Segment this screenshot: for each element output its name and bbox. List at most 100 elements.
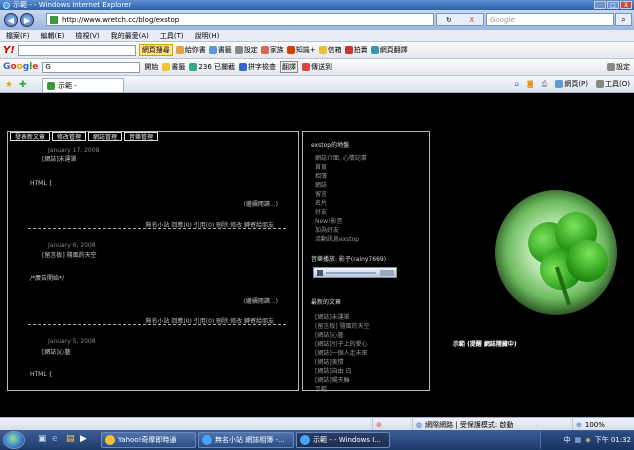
sidebar-link[interactable]: 留言 — [315, 190, 367, 199]
sidebar-link[interactable]: 活動訊息exstop — [315, 235, 367, 244]
zoom-icon: ⊕ — [576, 420, 582, 429]
sidebar-link[interactable]: 首頁 — [315, 163, 367, 172]
recent-post-link[interactable]: [網誌]一個人走未來 — [315, 349, 370, 358]
google-bookmarks[interactable]: 書籤 — [162, 62, 185, 72]
minimize-button[interactable]: _ — [594, 1, 606, 9]
sidebar-link[interactable]: 相簿 — [315, 172, 367, 181]
clock[interactable]: 下午 01:32 — [595, 435, 631, 445]
read-more-link[interactable]: (繼續閱讀...) — [244, 199, 278, 208]
translate-icon — [370, 46, 379, 54]
page-menu[interactable]: 網頁(P) — [555, 79, 588, 89]
tab-blog-manage[interactable]: 網誌管理 — [88, 132, 123, 141]
recent-post-link[interactable]: [網誌]陽天輪 — [315, 376, 370, 385]
tools-menu[interactable]: 工具(O) — [596, 79, 630, 89]
recent-post-link[interactable]: [網誌]美情 — [315, 358, 370, 367]
google-spellcheck[interactable]: 拼字檢查 — [239, 62, 276, 72]
google-translate[interactable]: 翻譯 — [280, 61, 299, 73]
tab-edit-manage[interactable]: 修改管理 — [52, 132, 87, 141]
menu-tools[interactable]: 工具(T) — [160, 31, 184, 41]
status-bar: ⊘ ◍ 網際網路 | 受保護模式: 啟動 ⊕ 100% — [0, 417, 634, 431]
stop-button[interactable]: X — [469, 16, 474, 24]
sidebar-link[interactable]: 網誌介面, 心情記事 — [315, 154, 367, 163]
media-quicklaunch-icon[interactable]: ▶ — [80, 434, 87, 444]
menu-favorites[interactable]: 我的最愛(A) — [111, 31, 149, 41]
yahoo-item-knowledge[interactable]: 知識+ — [286, 45, 316, 55]
recent-post-link[interactable]: [網誌]心藝 — [315, 331, 370, 340]
ie-quicklaunch-icon[interactable]: e — [52, 434, 58, 444]
close-button[interactable]: X — [620, 1, 632, 9]
yahoo-item-family[interactable]: 家族 — [260, 45, 284, 55]
blog-sidebar: exstop的地盤 網誌介面, 心情記事 首頁 相簿 網誌 留言 名片 好友 N… — [302, 131, 430, 394]
menu-edit[interactable]: 編輯(E) — [41, 31, 65, 41]
volume-icon[interactable]: ◈ — [585, 436, 590, 444]
recent-post-link[interactable]: 示範 — [315, 385, 370, 394]
google-go-button[interactable]: 開始 — [144, 62, 158, 72]
yahoo-search-button[interactable]: 網頁搜尋 — [138, 44, 173, 56]
favorites-star-icon[interactable]: ★ — [5, 80, 13, 90]
read-more-link[interactable]: (繼續閱讀...) — [244, 296, 278, 305]
network-icon[interactable]: ▦ — [575, 436, 582, 444]
post-title[interactable]: [網誌]未運單 — [42, 154, 77, 163]
recent-post-link[interactable]: [網誌]引子上的愛心 — [315, 340, 370, 349]
google-popup-blocker[interactable]: 236 已攔截 — [189, 62, 235, 72]
folder-quicklaunch-icon[interactable]: ▤ — [66, 434, 75, 444]
progress-track[interactable] — [326, 272, 376, 274]
site-title: exstop的地盤 — [311, 142, 350, 149]
yahoo-search-input[interactable] — [17, 44, 136, 56]
menu-file[interactable]: 檔案(F) — [6, 31, 30, 41]
add-favorite-icon[interactable]: ✚ — [19, 80, 27, 90]
title-bar: 示範 - - Windows Internet Explorer — [0, 0, 634, 10]
yahoo-item-book[interactable]: 給你書 — [175, 45, 206, 55]
sidebar-link[interactable]: 加為好友 — [315, 226, 367, 235]
taskbar-yahoo-messenger[interactable]: Yahoo!奇摩即時通 — [101, 432, 196, 448]
yahoo-item-mail[interactable]: 信箱 — [318, 45, 342, 55]
menu-help[interactable]: 說明(H) — [195, 31, 220, 41]
post-divider — [28, 324, 286, 325]
google-settings[interactable]: 設定 — [607, 62, 630, 72]
feed-icon[interactable]: ◙ — [527, 80, 534, 88]
music-player[interactable] — [313, 267, 397, 278]
google-logo[interactable]: Google — [3, 62, 38, 72]
post-title[interactable]: [留言板] 隨風的天空 — [42, 250, 97, 259]
yahoo-item-auction[interactable]: 拍賣 — [344, 45, 368, 55]
tab-new-post[interactable]: 發表新文章 — [10, 132, 51, 141]
home-icon[interactable]: ⌂ — [514, 80, 518, 88]
menu-view[interactable]: 檢視(V) — [75, 31, 99, 41]
yahoo-item-settings[interactable]: 設定 — [234, 45, 258, 55]
taskbar-wretch-window[interactable]: 無名小站 網誌相簿 -... — [198, 432, 294, 448]
show-desktop-icon[interactable]: ▣ — [38, 434, 47, 444]
language-indicator[interactable]: 中 — [564, 435, 571, 445]
yahoo-logo[interactable]: Y! — [3, 45, 15, 56]
recent-post-link[interactable]: [網誌]未運單 — [315, 313, 370, 322]
tab-current[interactable]: 示範 - — [42, 78, 124, 92]
sidebar-link[interactable]: New!影音 — [315, 217, 367, 226]
print-icon[interactable]: ⎙ — [542, 80, 548, 89]
recent-post-link[interactable]: [網誌]自由 白 — [315, 367, 370, 376]
sidebar-link[interactable]: 好友 — [315, 208, 367, 217]
maximize-button[interactable]: □ — [607, 1, 619, 9]
start-button[interactable] — [3, 431, 25, 449]
forward-button[interactable]: ▶ — [20, 13, 34, 27]
refresh-button[interactable]: ↻ — [446, 16, 452, 24]
page-menu-icon — [555, 80, 564, 88]
send-icon — [302, 63, 311, 71]
google-search-input[interactable]: G — [42, 61, 141, 73]
recent-post-link[interactable]: [留言板] 隨風的天空 — [315, 322, 370, 331]
sidebar-link[interactable]: 網誌 — [315, 181, 367, 190]
post-title[interactable]: [網誌]心藝 — [42, 347, 71, 356]
tab-music-manage[interactable]: 音樂管理 — [124, 132, 159, 141]
volume-slider[interactable] — [380, 270, 394, 276]
sidebar-link[interactable]: 名片 — [315, 199, 367, 208]
yahoo-item-translate[interactable]: 網頁翻譯 — [370, 45, 408, 55]
ie-icon — [3, 1, 10, 9]
search-go-button[interactable]: ⌕ — [615, 13, 632, 26]
address-bar[interactable]: http://www.wretch.cc/blog/exstop — [46, 13, 434, 26]
google-send-to[interactable]: 傳送到 — [302, 62, 332, 72]
back-button[interactable]: ◀ — [4, 13, 18, 27]
taskbar-demo-window[interactable]: 示範 - - Windows I... — [296, 432, 390, 448]
play-icon[interactable] — [317, 270, 323, 276]
sidebar-links: 網誌介面, 心情記事 首頁 相簿 網誌 留言 名片 好友 New!影音 加為好友… — [315, 154, 367, 244]
tools-gear-icon — [596, 80, 605, 88]
yahoo-item-bookmarks[interactable]: 書籤 — [208, 45, 232, 55]
search-input[interactable]: Google — [486, 13, 614, 26]
